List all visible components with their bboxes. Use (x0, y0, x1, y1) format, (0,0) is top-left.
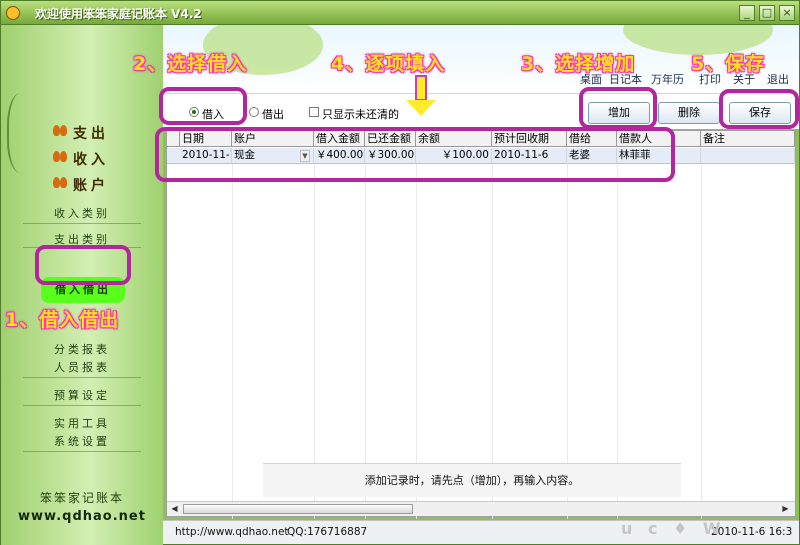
butterfly-icon (53, 151, 67, 163)
scroll-right-icon[interactable]: ▶ (779, 503, 792, 515)
divider (23, 405, 141, 406)
sidebar-item-person-report[interactable]: 人员报表 (1, 359, 163, 375)
divider (23, 377, 141, 378)
sidebar-item-expense[interactable]: 支出 (73, 123, 109, 143)
unpaid-only-label[interactable]: 只显示未还清的 (322, 106, 399, 122)
sidebar-item-account[interactable]: 账户 (73, 175, 109, 195)
arrow-head-icon (406, 100, 436, 116)
sidebar-item-tools[interactable]: 实用工具 (1, 415, 163, 431)
maximize-button[interactable]: □ (759, 5, 775, 21)
status-qq: QQ:176716887 (287, 526, 368, 538)
butterfly-icon (53, 177, 67, 189)
toolbar: 借入 借出 只显示未还清的 增加 删除 保存 (163, 93, 799, 129)
app-window: 欢迎使用笨笨家庭记账本 V4.2 _ □ × 支出 收入 账户 收入类别 支出类… (0, 0, 800, 545)
sidebar-item-budget[interactable]: 预算设定 (1, 387, 163, 403)
butterfly-icon (53, 125, 67, 137)
highlight-borrow-in (159, 87, 247, 125)
divider (23, 223, 141, 224)
app-icon (6, 6, 20, 20)
window-title: 欢迎使用笨笨家庭记账本 V4.2 (35, 7, 202, 21)
status-website[interactable]: http://www.qdhao.net (175, 526, 289, 538)
brand-name: 笨笨家记账本 (39, 491, 124, 505)
sidebar-item-category-report[interactable]: 分类报表 (1, 341, 163, 357)
scrollbar-thumb[interactable] (183, 504, 413, 514)
highlight-sidebar (35, 245, 131, 285)
highlight-add (579, 87, 657, 129)
grid-line (232, 164, 233, 519)
highlight-save (719, 89, 799, 129)
watermark: u c ♦ W (621, 519, 726, 538)
minimize-button[interactable]: _ (739, 5, 755, 21)
annotation-step3: 3、选择增加 (521, 53, 636, 75)
brand-url[interactable]: www.qdhao.net (1, 509, 163, 524)
title-bar[interactable]: 欢迎使用笨笨家庭记账本 V4.2 _ □ × (1, 1, 799, 25)
horizontal-scrollbar[interactable]: ◀ ▶ (167, 501, 795, 516)
annotation-step5: 5、保存 (691, 53, 766, 75)
borrow-out-label[interactable]: 借出 (262, 106, 284, 122)
sidebar-item-income[interactable]: 收入 (73, 149, 109, 169)
vine-decoration (7, 93, 41, 173)
close-button[interactable]: × (779, 5, 795, 21)
delete-button[interactable]: 删除 (658, 102, 720, 124)
annotation-step1: 1、借入借出 (5, 309, 120, 331)
sidebar: 支出 收入 账户 收入类别 支出类别 借入借出 分类报表 人员报表 预算设定 实… (1, 25, 163, 545)
grid-line (701, 164, 702, 519)
cell-note[interactable] (701, 148, 795, 164)
sidebar-item-income-category[interactable]: 收入类别 (1, 205, 163, 221)
borrow-out-radio[interactable] (249, 107, 259, 117)
scroll-left-icon[interactable]: ◀ (168, 503, 181, 515)
menu-exit[interactable]: 退出 (767, 71, 789, 87)
highlight-row (155, 127, 675, 182)
annotation-step4: 4、逐项填入 (331, 53, 446, 75)
menu-calendar[interactable]: 万年历 (651, 71, 684, 87)
hint-message: 添加记录时，请先点（增加），再输入内容。 (263, 463, 681, 497)
records-grid[interactable]: 日期 账户 借入金额 已还金额 余额 预计回收期 借给 借款人 备注 2010-… (166, 130, 796, 519)
column-header-note[interactable]: 备注 (701, 131, 795, 147)
unpaid-only-checkbox[interactable] (309, 107, 319, 117)
annotation-step2: 2、选择借入 (133, 53, 248, 75)
sidebar-item-settings[interactable]: 系统设置 (1, 433, 163, 449)
divider (23, 451, 141, 452)
arrow-down-icon (415, 75, 427, 101)
